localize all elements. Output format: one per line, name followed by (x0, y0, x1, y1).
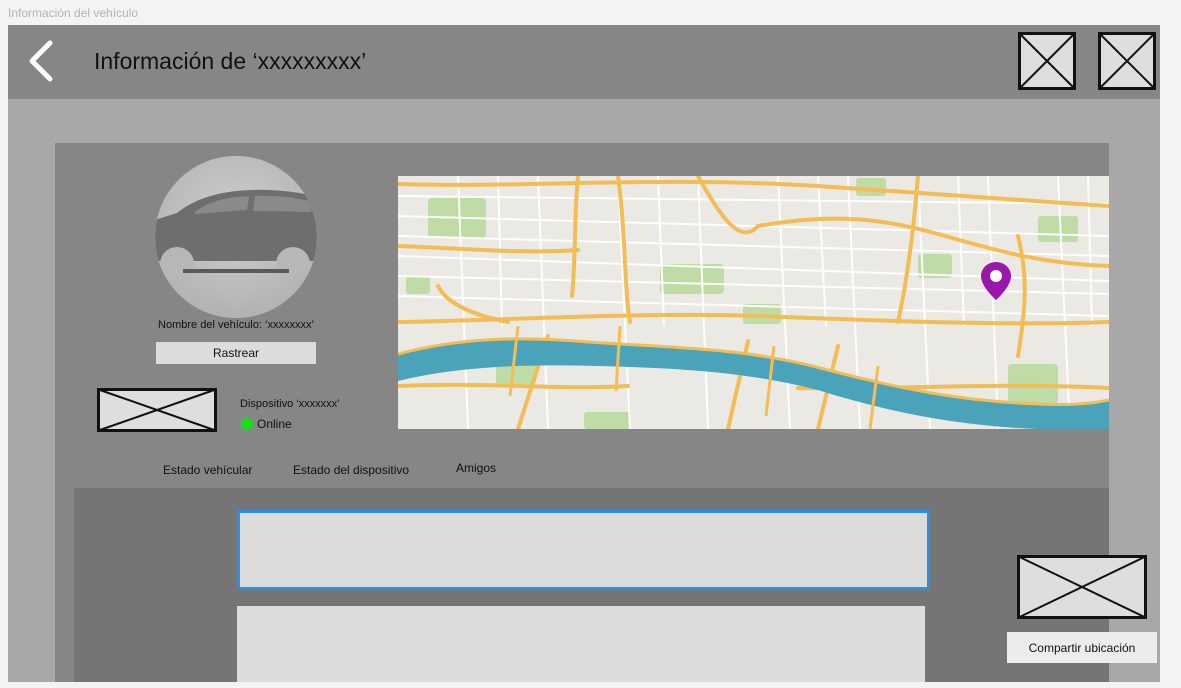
share-image-placeholder-icon (1017, 555, 1147, 619)
tab-bar: Estado vehícular Estado del dispositivo … (74, 450, 1109, 488)
content-card-selected[interactable] (237, 510, 930, 590)
vehicle-avatar (155, 156, 317, 318)
track-button[interactable]: Rastrear (156, 342, 316, 364)
device-status-label: Online (257, 417, 292, 431)
header-action-2-placeholder-icon[interactable] (1098, 32, 1156, 90)
device-image-placeholder-icon (97, 388, 217, 432)
frame-label: Información del vehículo (8, 6, 139, 20)
content-card[interactable] (237, 606, 925, 682)
header-action-1-placeholder-icon[interactable] (1018, 32, 1076, 90)
tab-device-status[interactable]: Estado del dispositivo (293, 463, 409, 477)
car-icon (155, 156, 317, 318)
status-online-dot-icon (241, 418, 253, 430)
tabs-section: Estado vehícular Estado del dispositivo … (74, 450, 1109, 682)
map-view[interactable] (398, 176, 1109, 429)
app-window: Información de ‘xxxxxxxxx’ Nombre del ve… (8, 25, 1160, 682)
map-canvas (398, 176, 1109, 429)
vehicle-name-label: Nombre del vehículo: ‘xxxxxxxx’ (158, 319, 314, 331)
tab-vehicle-status[interactable]: Estado vehícular (163, 463, 252, 477)
header-bar: Información de ‘xxxxxxxxx’ (8, 25, 1160, 99)
vehicle-panel: Nombre del vehículo: ‘xxxxxxxx’ Rastrear… (55, 143, 1109, 682)
page-title: Información de ‘xxxxxxxxx’ (94, 48, 367, 74)
share-location-button[interactable]: Compartir ubicación (1007, 632, 1157, 663)
device-name-label: Dispositivo ‘xxxxxxx’ (240, 398, 340, 410)
tab-friends[interactable]: Amigos (456, 461, 496, 475)
back-chevron-icon[interactable] (22, 37, 62, 85)
